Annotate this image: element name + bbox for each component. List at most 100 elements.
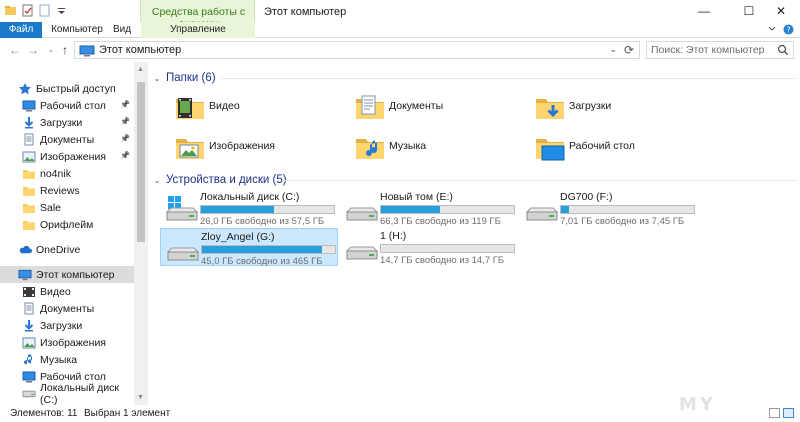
folder-tile[interactable]: Изображения [162, 128, 332, 168]
up-arrow-icon[interactable]: ↑ [58, 42, 72, 58]
sidebar-item-pc[interactable]: Изображения [0, 334, 134, 351]
sidebar-item-pc[interactable]: Локальный диск (C:) [0, 382, 134, 405]
recent-locations-icon[interactable]: ⌄ [44, 42, 58, 58]
folder-tile[interactable]: Документы [342, 88, 512, 128]
folders-group-title: Папки (6) [166, 72, 216, 84]
drive-name: Локальный диск (C:) [200, 191, 300, 203]
documents-icon [22, 133, 36, 146]
help-icon[interactable]: ? [783, 24, 794, 38]
sidebar-item-quick[interactable]: no4nik [0, 165, 134, 182]
drive-tile[interactable]: Локальный диск (C:) 26,0 ГБ свободно из 5… [160, 189, 338, 227]
details-view-icon[interactable] [769, 408, 780, 418]
sidebar-item-quick[interactable]: Орифлейм [0, 216, 134, 233]
scroll-up-icon[interactable]: ▲ [137, 66, 144, 73]
address-dropdown-icon[interactable]: ⌄ [609, 44, 617, 55]
drive-usage-fill [561, 206, 569, 213]
tiles-view-icon[interactable] [783, 408, 794, 418]
drive-usage-fill [202, 246, 322, 253]
watermark-text: MY [679, 394, 716, 415]
sidebar-item-label: Документы [40, 302, 95, 315]
sidebar-item-label: Видео [40, 285, 71, 298]
drive-tile[interactable]: DG700 (F:) 7,01 ГБ свободно из 7,45 ГБ [520, 189, 698, 227]
maximize-button[interactable]: ☐ [731, 0, 767, 22]
breadcrumb-chevron-icon[interactable]: › [175, 44, 178, 55]
sidebar-item-quick[interactable]: Sale [0, 199, 134, 216]
drives-group-header[interactable]: ⌄ Устройства и диски (5) [152, 172, 287, 188]
breadcrumb-this-pc[interactable]: Этот компьютер [99, 44, 181, 56]
sidebar-item-quick[interactable]: Изображения 📌 [0, 148, 134, 165]
computer-icon [79, 45, 95, 60]
sidebar-item-label: no4nik [40, 167, 71, 180]
folder-tile[interactable]: Загрузки [522, 88, 692, 128]
scrollbar-thumb[interactable] [137, 82, 145, 242]
properties-icon[interactable] [21, 4, 34, 17]
sidebar-item-quick[interactable]: Загрузки 📌 [0, 114, 134, 131]
new-folder-icon[interactable] [38, 4, 51, 17]
folders-group-header[interactable]: ⌄ Папки (6) [152, 70, 216, 86]
sidebar-quick-access[interactable]: Быстрый доступ [0, 80, 134, 97]
drive-free-space: 7,01 ГБ свободно из 7,45 ГБ [560, 216, 685, 227]
sidebar-item-pc[interactable]: Музыка [0, 351, 134, 368]
address-bar[interactable]: Этот компьютер › ⌄ ⟳ [74, 41, 640, 59]
drive-tile[interactable]: Новый том (E:) 66,3 ГБ свободно из 119 ГБ [340, 189, 518, 227]
collapse-chevron-icon[interactable]: ⌄ [152, 74, 162, 83]
scroll-down-icon[interactable]: ▼ [137, 394, 144, 401]
drive-usage-bar [380, 244, 515, 253]
sidebar-onedrive[interactable]: OneDrive [0, 241, 134, 258]
sidebar-this-pc[interactable]: Этот компьютер [0, 266, 134, 283]
drive-tile[interactable]: 1 (H:) 14,7 ГБ свободно из 14,7 ГБ [340, 228, 518, 266]
collapse-chevron-icon[interactable]: ⌄ [152, 176, 162, 185]
drive-usage-fill [201, 206, 275, 213]
drive-usage-bar [200, 205, 335, 214]
folder-icon [22, 167, 36, 180]
documents-icon [22, 302, 36, 315]
search-input[interactable] [651, 42, 775, 58]
search-box[interactable] [646, 41, 794, 59]
video-icon [22, 285, 36, 298]
folder-tile[interactable]: Рабочий стол [522, 128, 692, 168]
tab-view[interactable]: Вид [108, 22, 136, 38]
drive-free-space: 66,3 ГБ свободно из 119 ГБ [380, 216, 501, 227]
navigation-pane-scrollbar[interactable]: ▲ ▼ [134, 62, 148, 405]
close-button[interactable]: ✕ [763, 0, 799, 22]
drives-group-title: Устройства и диски (5) [166, 174, 287, 186]
desktop-folder-icon [534, 132, 566, 164]
back-arrow-icon[interactable]: ← [8, 42, 22, 58]
tab-manage[interactable]: Управление [141, 22, 255, 38]
folder-tile[interactable]: Видео [162, 88, 332, 128]
folder-tile[interactable]: Музыка [342, 128, 512, 168]
sidebar-item-label: Документы [40, 133, 95, 146]
drive-name: 1 (H:) [380, 230, 407, 242]
folder-label: Видео [209, 100, 240, 112]
star-icon [18, 82, 32, 95]
drive-tile[interactable]: Zloy_Angel (G:) 45,0 ГБ свободно из 465 Г… [160, 228, 338, 267]
minimize-button[interactable]: — [686, 0, 722, 22]
search-icon[interactable] [777, 44, 789, 59]
sidebar-item-quick[interactable]: Reviews [0, 182, 134, 199]
svg-text:?: ? [786, 26, 790, 35]
download-arrow-icon [22, 116, 36, 129]
refresh-icon[interactable]: ⟳ [624, 43, 634, 57]
drive-name: Zloy_Angel (G:) [201, 231, 275, 243]
tab-file[interactable]: Файл [0, 22, 42, 38]
forward-arrow-icon[interactable]: → [26, 42, 40, 58]
pictures-icon [22, 336, 36, 349]
tab-computer[interactable]: Компьютер [46, 22, 108, 38]
sidebar-item-label: Reviews [40, 184, 80, 197]
expand-ribbon-icon[interactable] [767, 24, 777, 38]
navigation-pane: Быстрый доступ Рабочий стол 📌 Загрузки 📌 Доку… [0, 62, 148, 405]
sidebar-item-pc[interactable]: Видео [0, 283, 134, 300]
sidebar-item-quick[interactable]: Документы 📌 [0, 131, 134, 148]
music-folder-icon [354, 132, 386, 164]
sidebar-item-pc[interactable]: Загрузки [0, 317, 134, 334]
pin-icon: 📌 [120, 151, 130, 160]
sidebar-item-quick[interactable]: Рабочий стол 📌 [0, 97, 134, 114]
quick-access-toolbar [4, 4, 68, 17]
customize-qat-icon[interactable] [55, 4, 68, 17]
drive-usage-bar [560, 205, 695, 214]
computer-icon [18, 268, 32, 281]
sidebar-item-label: Орифлейм [40, 218, 94, 231]
sidebar-item-label: Загрузки [40, 116, 83, 129]
sidebar-item-pc[interactable]: Документы [0, 300, 134, 317]
group-divider [282, 180, 796, 181]
